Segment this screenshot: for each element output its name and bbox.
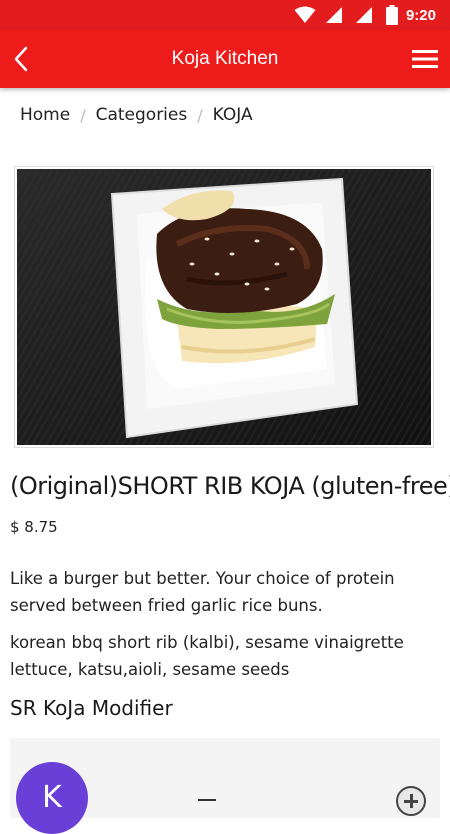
breadcrumb-separator: /: [80, 105, 86, 125]
product-price: $ 8.75: [10, 518, 58, 536]
app-title: Koja Kitchen: [171, 48, 279, 69]
modifier-heading: SR KoJa Modifier: [10, 696, 173, 720]
product-description: Like a burger but better. Your choice of…: [10, 569, 395, 615]
status-time: 9:20: [405, 6, 436, 24]
breadcrumb-home[interactable]: Home: [20, 105, 70, 125]
hamburger-menu-icon: [412, 50, 438, 68]
battery-icon: [385, 5, 398, 25]
breadcrumb-current: KOJA: [212, 105, 253, 125]
status-bar: 9:20: [0, 0, 450, 30]
breadcrumb-separator: /: [197, 105, 203, 125]
breadcrumb-categories[interactable]: Categories: [96, 105, 188, 125]
divider: [198, 799, 216, 801]
product-ingredients: korean bbq short rib (kalbi), sesame vin…: [10, 633, 404, 679]
avatar: K: [16, 762, 88, 834]
product-title: (Original)SHORT RIB KOJA (gluten-free): [10, 472, 450, 500]
product-image: [14, 166, 434, 448]
cell-signal-icon: [325, 7, 342, 23]
wifi-icon: [294, 6, 316, 23]
plus-circle-icon[interactable]: [396, 786, 426, 816]
app-bar: Koja Kitchen: [0, 30, 450, 88]
menu-button[interactable]: [412, 48, 438, 70]
cell-signal-icon: [355, 7, 372, 23]
modifier-card[interactable]: K: [10, 738, 440, 834]
breadcrumb: Home / Categories / KOJA: [20, 102, 253, 128]
